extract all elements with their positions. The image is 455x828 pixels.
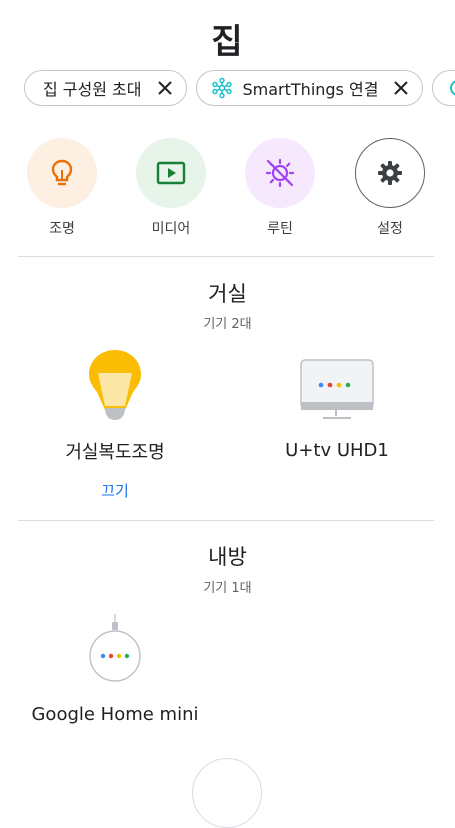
lights-circle[interactable] <box>27 138 97 208</box>
close-icon[interactable] <box>156 79 174 97</box>
chip-label: SmartThings 연결 <box>242 80 379 99</box>
device-hallway-light[interactable]: 거실복도조명 끄기 <box>40 348 190 501</box>
smart-bulb-icon <box>89 350 141 420</box>
play-screen-icon <box>156 161 186 185</box>
turn-off-button[interactable]: 끄기 <box>40 480 190 501</box>
shortcut-lights[interactable]: 조명 <box>7 138 117 238</box>
device-google-home-mini[interactable]: Google Home mini <box>20 612 210 725</box>
speaker-icon <box>89 614 141 682</box>
chip-label: 집 구성원 초대 <box>43 80 142 99</box>
routines-circle[interactable] <box>245 138 315 208</box>
settings-circle[interactable] <box>355 138 425 208</box>
device-name: 거실복도조명 <box>65 442 165 463</box>
gear-icon <box>378 161 402 185</box>
smartthings-chip[interactable]: SmartThings 연결 <box>195 70 424 106</box>
section-divider <box>18 256 434 257</box>
more-chip[interactable] <box>432 70 455 106</box>
shortcut-label: 조명 <box>49 221 75 237</box>
media-circle[interactable] <box>136 138 206 208</box>
room-device-count: 기기 1대 <box>203 581 252 596</box>
routine-sun-icon <box>265 158 295 188</box>
invite-member-chip[interactable]: 집 구성원 초대 <box>24 70 187 106</box>
shortcut-label: 루틴 <box>267 221 293 237</box>
home-title: 집 <box>211 22 244 62</box>
lightbulb-icon <box>51 159 73 186</box>
shortcut-routines[interactable]: 루틴 <box>225 138 335 238</box>
device-name: U+tv UHD1 <box>285 440 389 461</box>
device-name: Google Home mini <box>31 704 199 725</box>
room-device-count: 기기 2대 <box>203 317 252 332</box>
section-divider <box>18 520 434 521</box>
tv-icon <box>300 359 374 419</box>
add-button[interactable] <box>192 758 262 828</box>
partial-icon <box>450 80 455 96</box>
suggestion-chips: 집 구성원 초대 SmartThings 연결 <box>24 70 455 108</box>
close-icon[interactable] <box>392 79 410 97</box>
shortcut-label: 미디어 <box>151 221 191 237</box>
smartthings-icon <box>211 77 232 99</box>
shortcut-label: 설정 <box>377 221 403 237</box>
shortcut-settings[interactable]: 설정 <box>335 138 445 238</box>
room-title-bedroom: 내방 <box>208 545 247 569</box>
device-uplus-tv[interactable]: U+tv UHD1 <box>262 358 412 461</box>
shortcut-media[interactable]: 미디어 <box>116 138 226 238</box>
room-title-living: 거실 <box>208 282 247 306</box>
